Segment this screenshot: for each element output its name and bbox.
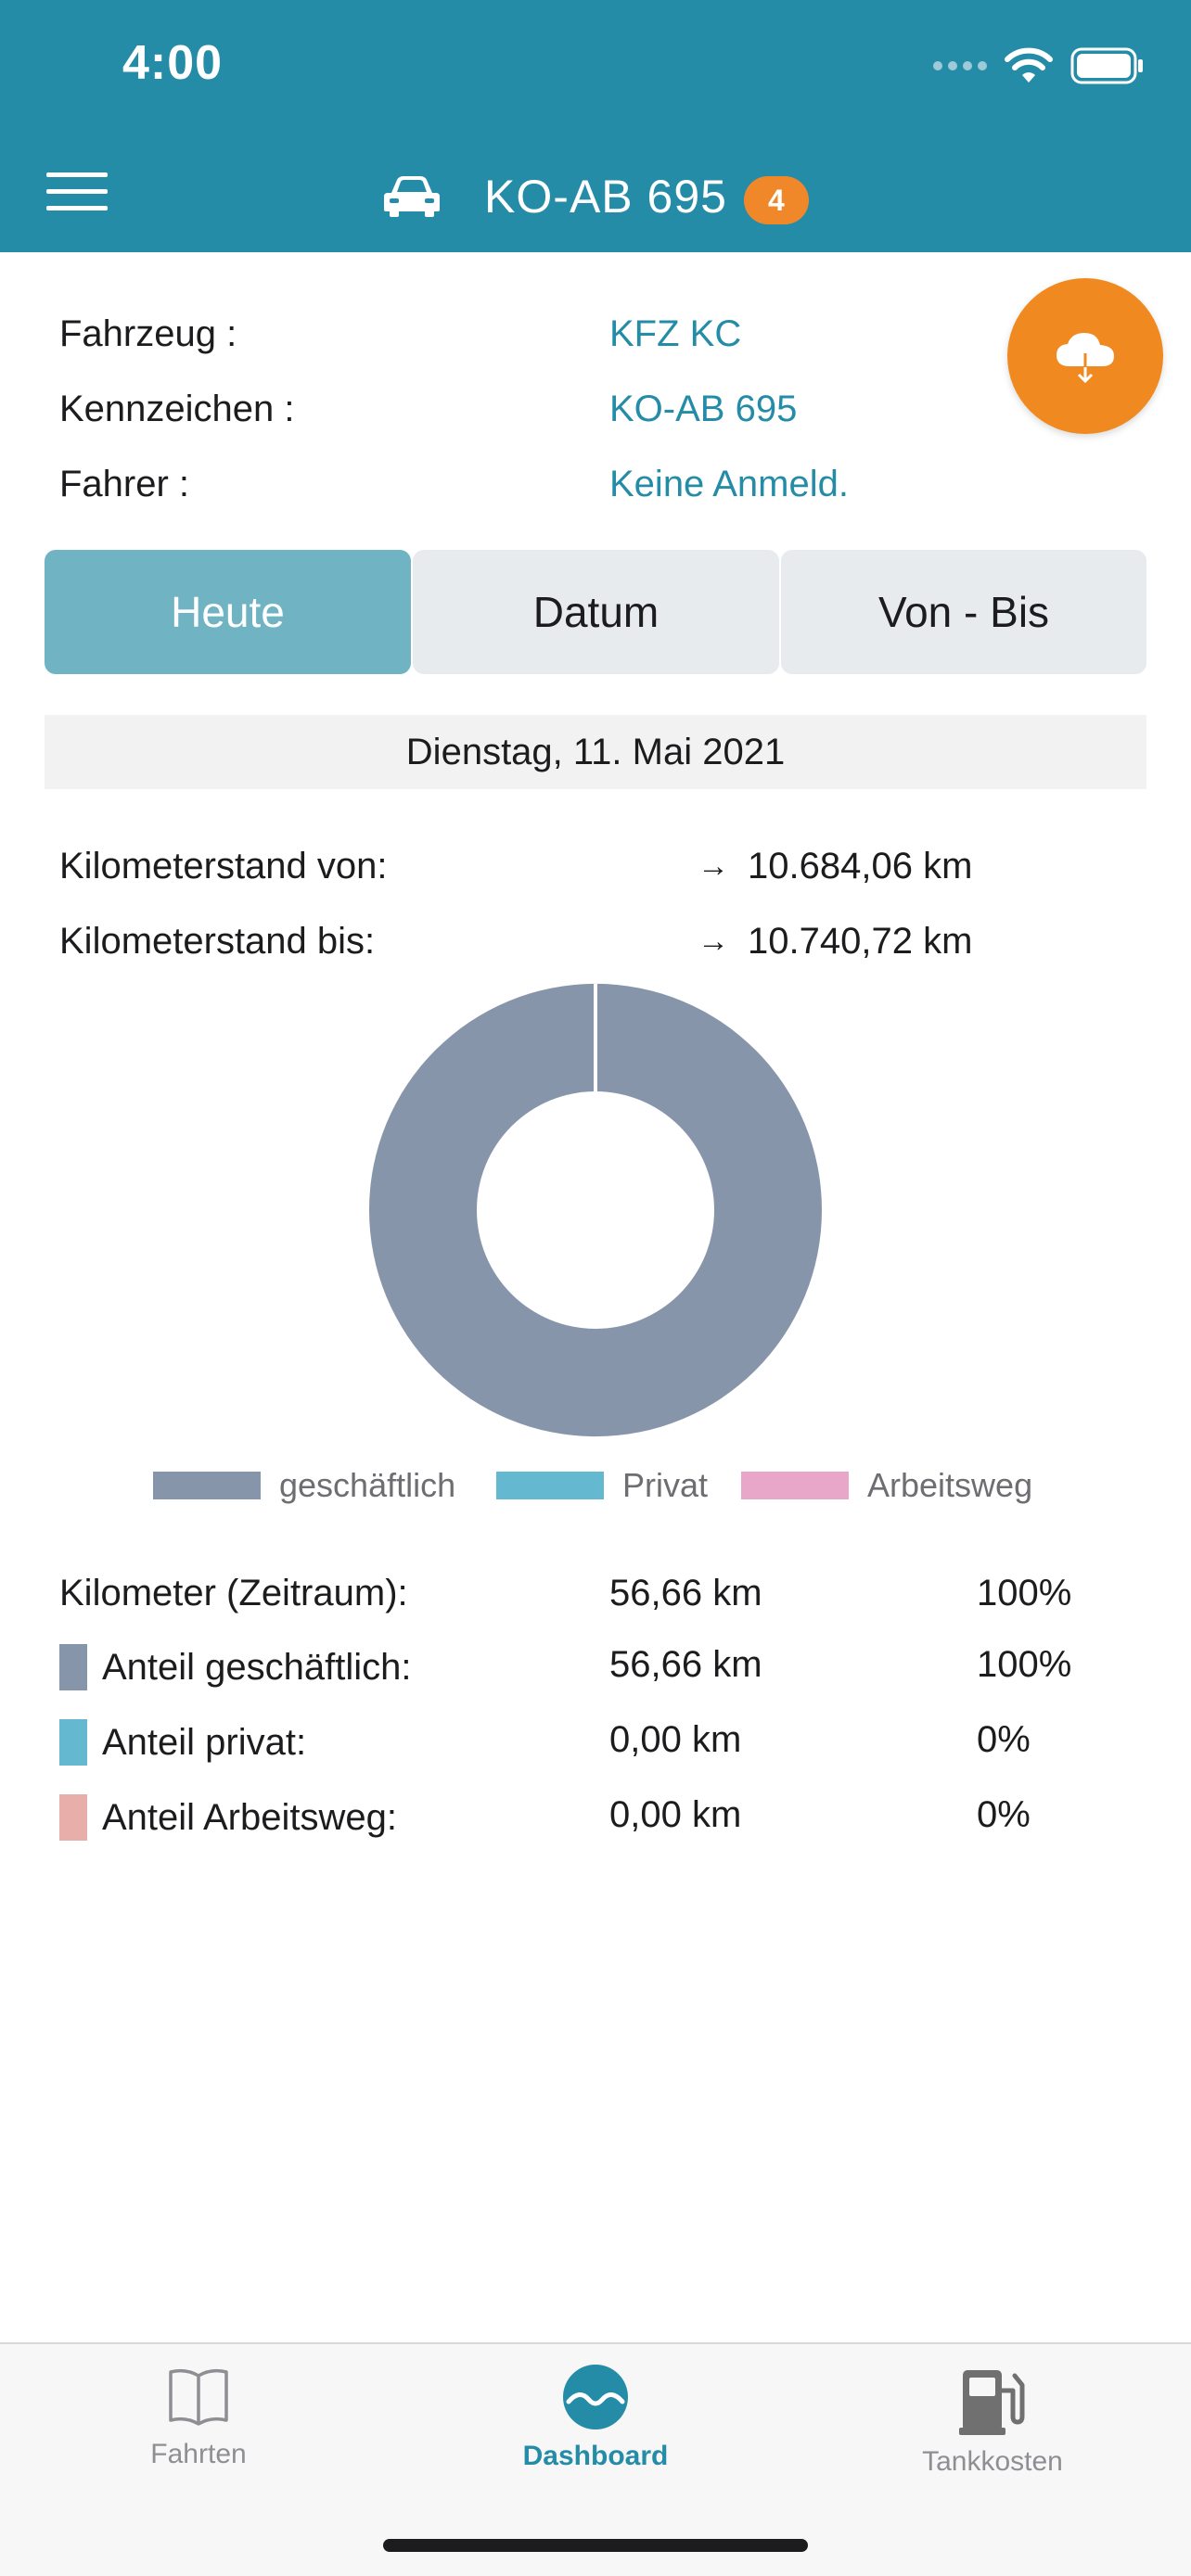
tab-label: Tankkosten	[922, 2446, 1063, 2477]
color-swatch	[59, 1644, 87, 1690]
summary-label: Anteil privat:	[102, 1721, 307, 1763]
car-icon	[384, 176, 441, 217]
summary-pct: 0%	[977, 1719, 1031, 1760]
legend-label: Privat	[622, 1466, 709, 1504]
legend-swatch	[496, 1472, 604, 1499]
legend-swatch	[153, 1472, 261, 1499]
odometer-to-label: Kilometerstand bis:	[59, 921, 376, 962]
summary-row-arbeitsweg: Anteil Arbeitsweg: 0,00 km 0%	[59, 1794, 1135, 1850]
odometer-from-value: 10.684,06 km	[748, 846, 973, 886]
wifi-icon	[1005, 47, 1053, 83]
dashboard-icon	[563, 2365, 628, 2429]
app-header: 4:00 KO-AB 695 4	[0, 0, 1191, 252]
legend-swatch	[741, 1472, 849, 1499]
segment-datum[interactable]: Datum	[413, 550, 779, 674]
tab-tankkosten[interactable]: Tankkosten	[853, 2363, 1132, 2493]
header-title: KO-AB 695	[484, 171, 727, 223]
arrow-right-icon: →	[698, 848, 729, 884]
summary-pct: 100%	[977, 1644, 1072, 1685]
home-indicator	[383, 2539, 808, 2552]
segment-von-bis[interactable]: Von - Bis	[781, 550, 1146, 674]
tab-label: Fahrten	[150, 2439, 247, 2469]
cloud-download-icon	[1057, 333, 1114, 384]
color-swatch	[59, 1719, 87, 1766]
legend-label: Arbeitsweg	[867, 1466, 1033, 1504]
legend-item-arbeitsweg: Arbeitsweg	[741, 1466, 1033, 1504]
vehicle-label: Fahrzeug :	[59, 313, 237, 354]
tab-fahrten[interactable]: Fahrten	[59, 2363, 338, 2493]
battery-icon	[1070, 47, 1143, 84]
summary-km: 0,00 km	[609, 1719, 742, 1760]
segment-heute[interactable]: Heute	[45, 550, 411, 674]
fuel-pump-icon	[959, 2370, 1025, 2435]
header-title-group: KO-AB 695 4	[0, 159, 1191, 234]
odometer-from: → 10.684,06 km	[698, 846, 972, 887]
tab-label: Dashboard	[522, 2441, 669, 2471]
driver-label: Fahrer :	[59, 464, 190, 504]
summary-label: Anteil Arbeitsweg:	[102, 1796, 397, 1838]
cellular-signal-icon	[933, 61, 987, 70]
odometer-to: → 10.740,72 km	[698, 921, 972, 963]
plate-label: Kennzeichen :	[59, 389, 295, 429]
summary-label: Anteil geschäftlich:	[102, 1646, 412, 1688]
odometer-from-label: Kilometerstand von:	[59, 846, 388, 886]
summary-total-km: 56,66 km	[609, 1573, 762, 1613]
summary-total-row: Kilometer (Zeitraum): 56,66 km 100%	[59, 1573, 1135, 1628]
legend-item-geschaeftlich: geschäftlich	[153, 1466, 456, 1504]
odometer-to-value: 10.740,72 km	[748, 921, 973, 962]
plate-value: KO-AB 695	[609, 389, 798, 429]
driver-value: Keine Anmeld.	[609, 464, 849, 504]
summary-km: 0,00 km	[609, 1794, 742, 1835]
arrow-right-icon: →	[698, 924, 729, 959]
summary-row-privat: Anteil privat: 0,00 km 0%	[59, 1719, 1135, 1775]
cloud-download-button[interactable]	[1007, 278, 1163, 434]
vehicle-value: KFZ KC	[609, 313, 742, 354]
book-icon	[169, 2368, 228, 2426]
summary-km: 56,66 km	[609, 1644, 762, 1685]
donut-chart	[369, 983, 822, 1437]
legend-item-privat: Privat	[496, 1466, 709, 1504]
summary-row-geschaeftlich: Anteil geschäftlich: 56,66 km 100%	[59, 1644, 1135, 1700]
notification-badge[interactable]: 4	[743, 176, 809, 224]
tab-dashboard[interactable]: Dashboard	[456, 2363, 735, 2493]
summary-total-label: Kilometer (Zeitraum):	[59, 1573, 408, 1613]
status-time: 4:00	[122, 36, 224, 90]
legend-label: geschäftlich	[279, 1466, 456, 1504]
date-label: Dienstag, 11. Mai 2021	[45, 715, 1146, 789]
color-swatch	[59, 1794, 87, 1841]
summary-total-pct: 100%	[977, 1573, 1072, 1613]
status-icons	[933, 43, 1145, 89]
summary-pct: 0%	[977, 1794, 1031, 1835]
